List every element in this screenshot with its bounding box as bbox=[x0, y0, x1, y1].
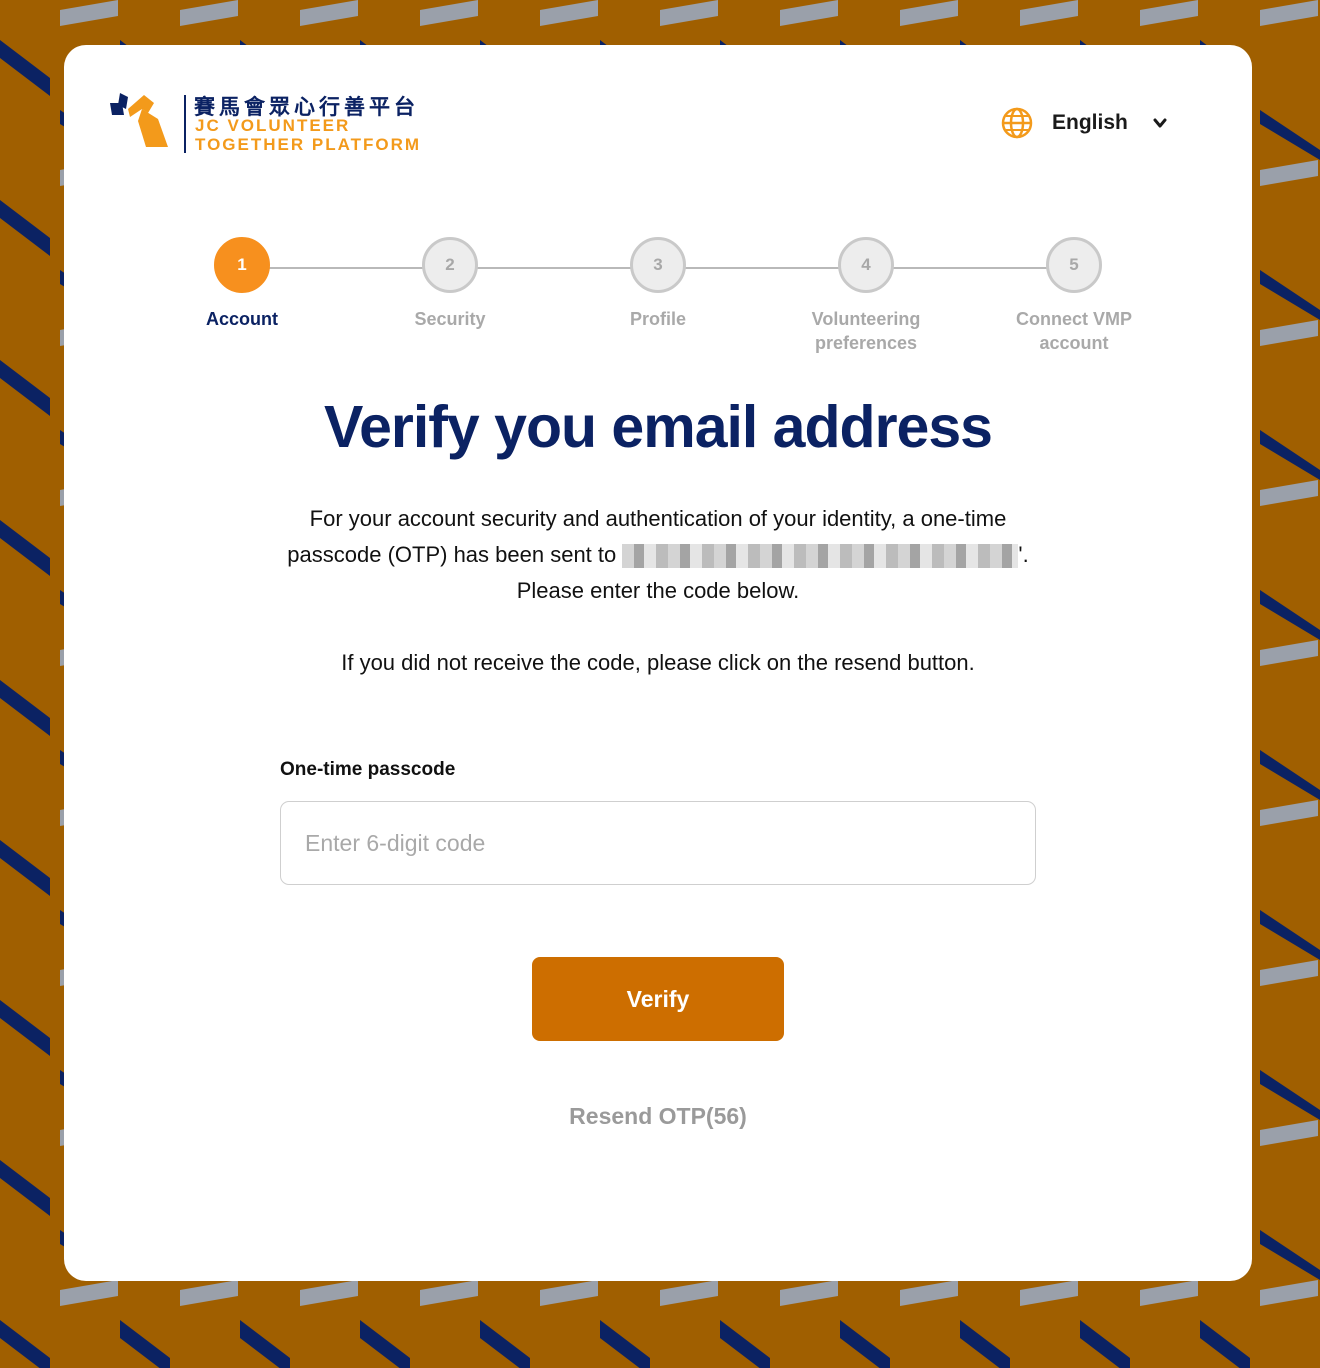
language-label: English bbox=[1052, 111, 1128, 134]
step-label: Account bbox=[206, 309, 278, 329]
step-label: Profile bbox=[629, 309, 686, 329]
brand-logo[interactable]: 賽馬會眾心行善平台 JC VOLUNTEER TOGETHER PLATFORM bbox=[108, 91, 468, 161]
language-selector[interactable]: English bbox=[1000, 105, 1180, 141]
step-security: 2 Security bbox=[370, 237, 530, 331]
step-number: 1 bbox=[214, 237, 270, 293]
otp-instructions: For your account security and authentica… bbox=[274, 501, 1042, 609]
step-label: Volunteering preferences bbox=[811, 309, 921, 353]
step-number: 3 bbox=[630, 237, 686, 293]
step-profile: 3 Profile bbox=[578, 237, 738, 331]
resend-otp-button[interactable]: Resend OTP(56) bbox=[64, 1103, 1252, 1130]
logo-divider bbox=[184, 95, 186, 153]
otp-input[interactable] bbox=[280, 801, 1036, 885]
step-label: Connect VMP account bbox=[1015, 309, 1132, 353]
step-number: 5 bbox=[1046, 237, 1102, 293]
chevron-down-icon bbox=[1153, 118, 1167, 128]
step-number: 2 bbox=[422, 237, 478, 293]
brand-name-english-line2: TOGETHER PLATFORM bbox=[195, 135, 422, 154]
step-connect-vmp-account: 5 Connect VMP account bbox=[994, 237, 1154, 355]
brand-name-english-line1: JC VOLUNTEER bbox=[195, 116, 351, 135]
step-account: 1 Account bbox=[162, 237, 322, 331]
verify-button[interactable]: Verify bbox=[532, 957, 784, 1041]
resend-instructions: If you did not receive the code, please … bbox=[341, 650, 975, 675]
step-volunteering-preferences: 4 Volunteering preferences bbox=[786, 237, 946, 355]
progress-stepper: 1 Account 2 Security 3 Profile 4 Volunte… bbox=[64, 237, 1252, 367]
horse-logo-icon bbox=[110, 93, 168, 147]
masked-email bbox=[622, 544, 1019, 569]
globe-icon bbox=[1001, 107, 1033, 139]
step-label: Security bbox=[414, 309, 486, 329]
signup-card: 賽馬會眾心行善平台 JC VOLUNTEER TOGETHER PLATFORM… bbox=[64, 45, 1252, 1281]
step-number: 4 bbox=[838, 237, 894, 293]
page-title: Verify you email address bbox=[324, 394, 993, 460]
otp-label: One-time passcode bbox=[280, 759, 456, 780]
